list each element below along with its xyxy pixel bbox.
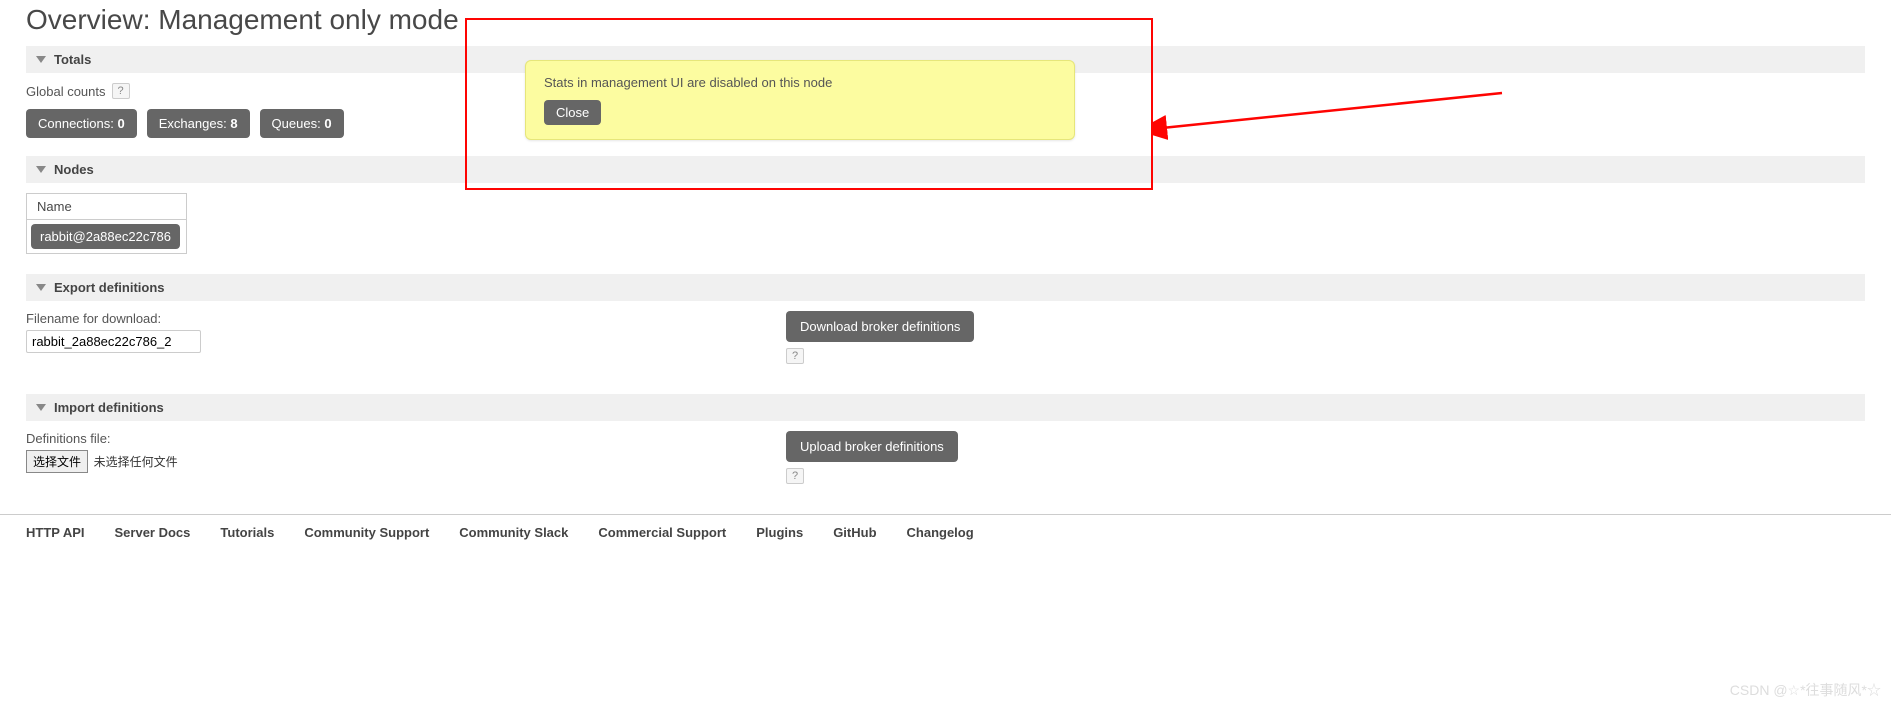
export-filename-label: Filename for download: [26, 311, 786, 326]
section-nodes-label: Nodes [54, 162, 94, 177]
queues-label: Queues: [272, 116, 321, 131]
footer-link[interactable]: Plugins [756, 525, 803, 540]
upload-definitions-button[interactable]: Upload broker definitions [786, 431, 958, 462]
download-definitions-button[interactable]: Download broker definitions [786, 311, 974, 342]
footer-link[interactable]: Commercial Support [598, 525, 726, 540]
stats-disabled-alert: Stats in management UI are disabled on t… [525, 60, 1075, 140]
section-import-header[interactable]: Import definitions [26, 394, 1865, 421]
import-file-label: Definitions file: [26, 431, 786, 446]
help-icon[interactable]: ? [786, 468, 804, 484]
section-export-label: Export definitions [54, 280, 165, 295]
nodes-table: Name rabbit@2a88ec22c786 [26, 193, 187, 254]
nodes-col-name: Name [27, 194, 187, 220]
chevron-down-icon [36, 404, 46, 411]
section-export-header[interactable]: Export definitions [26, 274, 1865, 301]
chevron-down-icon [36, 284, 46, 291]
footer-link[interactable]: Server Docs [115, 525, 191, 540]
section-import-label: Import definitions [54, 400, 164, 415]
footer-link[interactable]: Community Support [304, 525, 429, 540]
node-name-badge[interactable]: rabbit@2a88ec22c786 [31, 224, 180, 249]
page-title: Overview: Management only mode [26, 4, 1865, 36]
help-icon[interactable]: ? [786, 348, 804, 364]
no-file-chosen-text: 未选择任何文件 [94, 455, 178, 469]
queues-value: 0 [324, 116, 331, 131]
section-totals-label: Totals [54, 52, 91, 67]
section-nodes-header[interactable]: Nodes [26, 156, 1865, 183]
table-row: rabbit@2a88ec22c786 [27, 220, 187, 254]
export-filename-input[interactable] [26, 330, 201, 353]
choose-file-button[interactable]: 选择文件 [26, 450, 88, 473]
footer-link[interactable]: GitHub [833, 525, 876, 540]
connections-label: Connections: [38, 116, 114, 131]
footer-link[interactable]: Community Slack [459, 525, 568, 540]
watermark: CSDN @☆*往事随风*☆ [1730, 680, 1881, 700]
footer-link[interactable]: HTTP API [26, 525, 85, 540]
chevron-down-icon [36, 56, 46, 63]
connections-count[interactable]: Connections: 0 [26, 109, 137, 138]
footer-divider [0, 514, 1891, 515]
chevron-down-icon [36, 166, 46, 173]
exchanges-label: Exchanges: [159, 116, 227, 131]
alert-message: Stats in management UI are disabled on t… [544, 75, 1056, 90]
global-counts-label: Global counts [26, 84, 106, 99]
queues-count[interactable]: Queues: 0 [260, 109, 344, 138]
footer-link[interactable]: Tutorials [220, 525, 274, 540]
exchanges-value: 8 [230, 116, 237, 131]
exchanges-count[interactable]: Exchanges: 8 [147, 109, 250, 138]
close-button[interactable]: Close [544, 100, 601, 125]
footer-links: HTTP API Server Docs Tutorials Community… [0, 525, 1891, 560]
help-icon[interactable]: ? [112, 83, 130, 99]
connections-value: 0 [118, 116, 125, 131]
footer-link[interactable]: Changelog [907, 525, 974, 540]
